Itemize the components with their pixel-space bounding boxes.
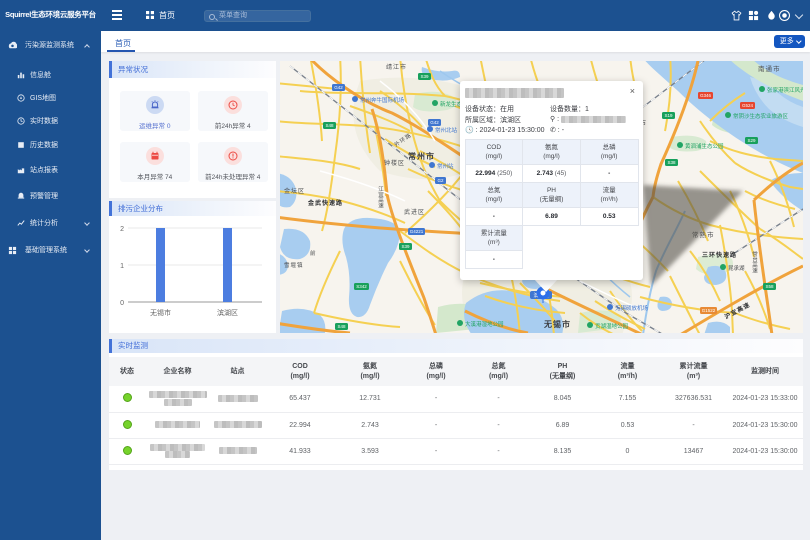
svg-text:三环快速路: 三环快速路	[702, 251, 737, 259]
svg-text:0: 0	[120, 300, 124, 307]
svg-text:张家港滨江风光带: 张家港滨江风光带	[767, 86, 803, 94]
svg-text:S58: S58	[765, 284, 774, 289]
svg-text:G1522: G1522	[702, 308, 716, 313]
svg-text:无锡硕放机场: 无锡硕放机场	[615, 304, 649, 312]
svg-text:常州奔牛国际机场: 常州奔牛国际机场	[360, 96, 405, 104]
svg-text:滨湖区: 滨湖区	[217, 308, 238, 317]
svg-text:武进区: 武进区	[404, 208, 425, 216]
svg-text:江宜高速: 江宜高速	[377, 186, 384, 210]
svg-text:G524: G524	[742, 103, 754, 108]
svg-text:常台高速: 常台高速	[751, 250, 758, 275]
svg-text:常州市: 常州市	[408, 151, 435, 161]
svg-text:昆承湖: 昆承湖	[728, 264, 745, 272]
svg-text:G346: G346	[700, 93, 712, 98]
svg-text:靖江市: 靖江市	[386, 63, 407, 71]
svg-text:S19: S19	[664, 113, 673, 118]
svg-text:常阴沙生态农业旅游区: 常阴沙生态农业旅游区	[733, 112, 789, 120]
svg-text:G42: G42	[334, 85, 343, 90]
svg-text:S39: S39	[420, 74, 429, 79]
svg-text:S29: S29	[747, 138, 756, 143]
svg-text:南通市: 南通市	[758, 64, 781, 73]
svg-text:G4221: G4221	[410, 229, 424, 234]
svg-text:G42: G42	[430, 120, 439, 125]
svg-text:无锡市: 无锡市	[150, 308, 171, 317]
svg-text:常州北站: 常州北站	[435, 126, 458, 134]
svg-text:S39: S39	[401, 244, 410, 249]
svg-text:大溪港湿地公园: 大溪港湿地公园	[465, 320, 504, 328]
svg-text:雪堰镇: 雪堰镇	[284, 261, 304, 269]
svg-text:G2: G2	[437, 178, 444, 183]
svg-text:贡湖湿地公园: 贡湖湿地公园	[595, 322, 629, 330]
svg-text:钟楼区: 钟楼区	[384, 159, 405, 167]
svg-text:黄泗浦生态公园: 黄泗浦生态公园	[685, 142, 724, 150]
svg-text:常州站: 常州站	[437, 162, 454, 170]
svg-text:1: 1	[120, 263, 124, 270]
svg-text:金坛区: 金坛区	[284, 187, 305, 195]
svg-text:金武快速路: 金武快速路	[307, 199, 343, 207]
svg-text:S48: S48	[337, 324, 346, 329]
svg-text:S38: S38	[667, 160, 676, 165]
svg-text:2: 2	[120, 226, 124, 233]
svg-text:S48: S48	[325, 123, 334, 128]
svg-text:S342: S342	[356, 284, 367, 289]
svg-text:无锡市: 无锡市	[543, 319, 571, 329]
